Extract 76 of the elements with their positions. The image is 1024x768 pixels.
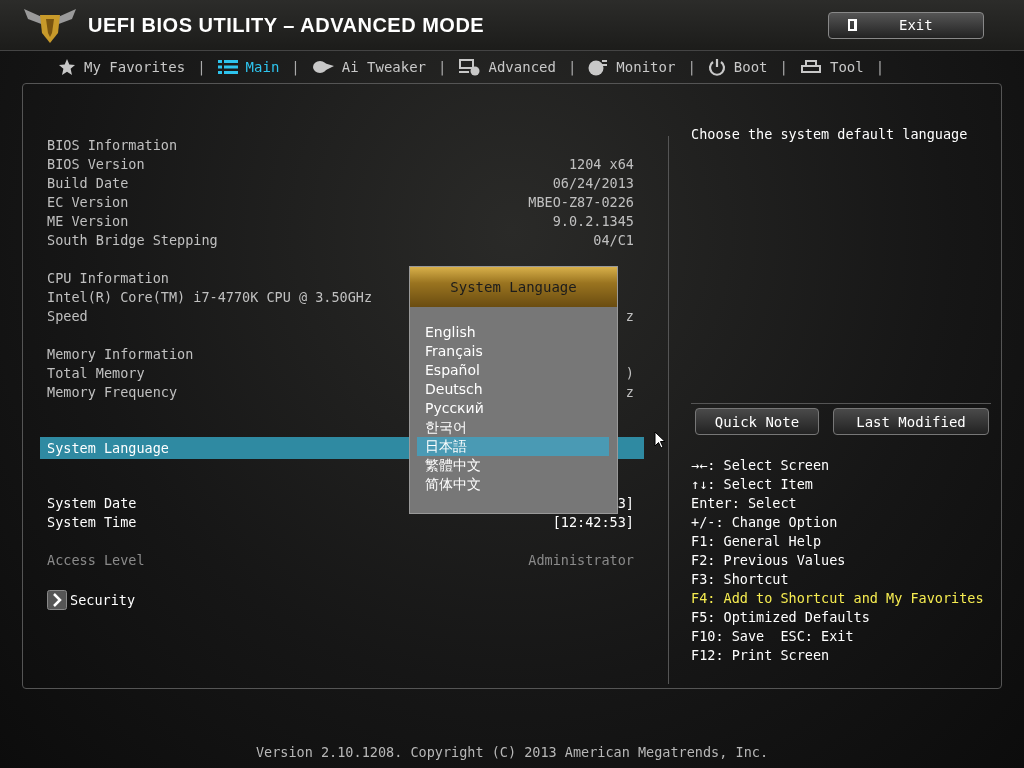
setting-label: BIOS Version xyxy=(47,156,145,172)
setting-label: EC Version xyxy=(47,194,129,210)
setting-value: MBEO-Z87-0226 xyxy=(528,193,634,212)
power-icon xyxy=(707,58,726,76)
setting-label[interactable]: System Date xyxy=(47,495,137,511)
setting-label[interactable]: System Time xyxy=(47,514,137,530)
exit-button[interactable]: Exit xyxy=(828,11,984,39)
key-hint: F5: Optimized Defaults xyxy=(691,608,871,627)
mouse-pointer-icon xyxy=(654,431,666,449)
tab-separator: | xyxy=(291,59,300,75)
setting-label: Memory Frequency xyxy=(47,384,178,400)
language-option[interactable]: 简体中文 xyxy=(417,475,609,494)
setting-label: Total Memory xyxy=(47,365,145,381)
setting-label: BIOS Information xyxy=(47,137,178,153)
setting-value: ) xyxy=(625,364,634,383)
language-option[interactable]: Русский xyxy=(417,399,609,418)
setting-value: z xyxy=(625,383,634,402)
screen-info-icon xyxy=(458,58,481,76)
tab-separator: | xyxy=(779,59,788,75)
key-hint: F12: Print Screen xyxy=(691,646,831,665)
star-icon xyxy=(58,58,76,76)
tab[interactable]: Tool xyxy=(799,59,864,75)
setting-label: CPU Information xyxy=(47,270,169,286)
setting-value: 04/C1 xyxy=(593,231,634,250)
setting-label[interactable]: Security xyxy=(70,591,136,608)
setting-value[interactable]: [12:42:53] xyxy=(552,513,634,532)
key-hint: F2: Previous Values xyxy=(691,551,847,570)
door-icon xyxy=(847,18,859,32)
key-hint: F10: Save ESC: Exit xyxy=(691,627,855,646)
key-hint: →←: Select Screen xyxy=(691,456,831,475)
setting-label[interactable]: Access Level xyxy=(47,552,145,568)
tab[interactable]: Main xyxy=(217,59,280,75)
tab-separator: | xyxy=(197,59,206,75)
printer-icon xyxy=(799,59,822,75)
window-title: UEFI BIOS UTILITY – ADVANCED MODE xyxy=(88,13,486,37)
version-footer: Version 2.10.1208. Copyright (C) 2013 American Megatrends, Inc. xyxy=(0,744,1024,760)
tab-separator: | xyxy=(875,59,885,75)
tab[interactable]: My Favorites xyxy=(58,58,186,76)
list-icon xyxy=(217,59,238,75)
setting-label: Memory Information xyxy=(47,346,194,362)
setting-label: ME Version xyxy=(47,213,129,229)
language-option[interactable]: English xyxy=(417,323,609,342)
setting-label: Speed xyxy=(47,308,88,324)
tab-separator: | xyxy=(687,59,696,75)
setting-value: Administrator xyxy=(528,551,634,570)
setting-value: 06/24/2013 xyxy=(552,174,634,193)
language-option[interactable]: 繁體中文 xyxy=(417,456,609,475)
setting-label: Build Date xyxy=(47,175,129,191)
language-option[interactable]: 한국어 xyxy=(417,418,609,437)
key-hint: ↑↓: Select Item xyxy=(691,475,814,494)
key-hint: F3: Shortcut xyxy=(691,570,790,589)
setting-value: z xyxy=(625,307,634,326)
key-hint: +/-: Change Option xyxy=(691,513,839,532)
tab[interactable]: Ai Tweaker xyxy=(311,59,427,75)
language-option[interactable]: Français xyxy=(417,342,609,361)
key-hint: F4: Add to Shortcut and My Favorites xyxy=(691,589,985,608)
setting-value: 9.0.2.1345 xyxy=(552,212,634,231)
key-hint: Enter: Select xyxy=(691,494,798,513)
help-button[interactable]: Last Modified xyxy=(833,408,989,435)
setting-label: Intel(R) Core(TM) i7-4770K CPU @ 3.50GHz xyxy=(47,289,373,305)
tab[interactable]: Advanced xyxy=(458,58,556,76)
setting-label: South Bridge Stepping xyxy=(47,232,218,248)
help-description: Choose the system default language xyxy=(691,125,991,404)
tab-separator: | xyxy=(567,59,577,75)
popup-title: System Language xyxy=(410,267,617,307)
setting-value[interactable]: 3] xyxy=(617,494,634,513)
tab[interactable]: Monitor xyxy=(588,58,676,76)
setting-label[interactable]: System Language xyxy=(47,439,169,456)
tab[interactable]: Boot xyxy=(707,58,768,76)
setting-value: 1204 x64 xyxy=(568,155,634,174)
tab-separator: | xyxy=(438,59,447,75)
chevron-icon[interactable] xyxy=(47,590,67,610)
language-option[interactable]: Deutsch xyxy=(417,380,609,399)
key-hint: F1: General Help xyxy=(691,532,823,551)
help-button[interactable]: Quick Note xyxy=(695,408,819,435)
language-option[interactable]: Español xyxy=(417,361,609,380)
